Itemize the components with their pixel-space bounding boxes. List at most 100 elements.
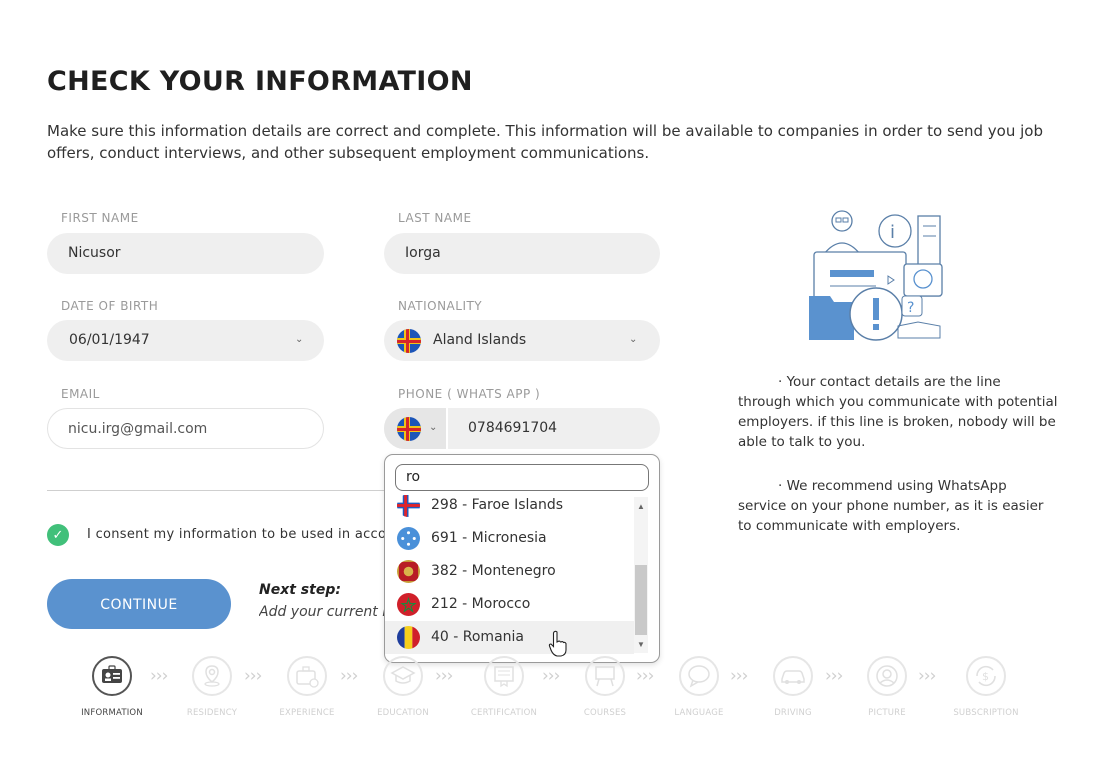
page-intro: Make sure this information details are c… xyxy=(47,122,1043,162)
step-subscription[interactable]: $ SUBSCRIPTION xyxy=(951,656,1021,718)
dob-label: DATE OF BIRTH xyxy=(61,299,159,313)
step-separator: ››› xyxy=(918,666,936,686)
scroll-up-icon[interactable]: ▲ xyxy=(637,502,645,511)
last-name-value: Iorga xyxy=(405,245,441,261)
whatsapp-note: · We recommend using WhatsApp service on… xyxy=(738,478,1044,534)
nationality-label: NATIONALITY xyxy=(398,299,483,313)
id-card-icon xyxy=(92,656,132,696)
country-option[interactable]: 382 - Montenegro xyxy=(385,555,634,588)
divider xyxy=(47,490,387,491)
email-label: EMAIL xyxy=(61,387,100,401)
step-separator: ››› xyxy=(636,666,654,686)
step-label: DRIVING xyxy=(774,708,812,718)
email-field[interactable]: nicu.irg@gmail.com xyxy=(47,408,324,449)
step-driving[interactable]: DRIVING xyxy=(758,656,828,718)
country-option-label: 212 - Morocco xyxy=(431,596,531,612)
phone-input[interactable]: 0784691704 xyxy=(468,420,557,436)
country-option[interactable]: 691 - Micronesia xyxy=(385,522,634,555)
country-option-label: 382 - Montenegro xyxy=(431,563,556,579)
easel-icon xyxy=(585,656,625,696)
country-list: 298 - Faroe Islands 691 - Micronesia 382… xyxy=(385,495,635,655)
step-label: PICTURE xyxy=(868,708,906,718)
contact-illustration: i ? xyxy=(809,210,943,341)
aland-flag-icon xyxy=(397,417,421,441)
step-residency[interactable]: RESIDENCY xyxy=(177,656,247,718)
first-name-value: Nicusor xyxy=(68,245,121,261)
country-option[interactable]: 40 - Romania xyxy=(385,621,634,654)
last-name-field[interactable]: Iorga xyxy=(384,233,660,274)
country-option-label: 691 - Micronesia xyxy=(431,530,547,546)
next-step-text: Add your current residency xyxy=(259,604,385,620)
briefcase-icon xyxy=(287,656,327,696)
subscription-icon: $ xyxy=(966,656,1006,696)
scroll-down-icon[interactable]: ▼ xyxy=(637,640,645,649)
portrait-icon xyxy=(867,656,907,696)
faroe-flag-icon xyxy=(397,495,420,517)
dropdown-scroll-thumb[interactable] xyxy=(635,565,647,635)
aland-flag-icon xyxy=(397,329,421,353)
svg-text:i: i xyxy=(890,222,895,243)
step-label: CERTIFICATION xyxy=(470,708,538,718)
chevron-down-icon: ⌄ xyxy=(629,334,638,345)
phone-label: PHONE ( WHATS APP ) xyxy=(398,387,541,401)
country-option[interactable]: 298 - Faroe Islands xyxy=(385,495,634,522)
first-name-label: FIRST NAME xyxy=(61,211,139,225)
country-option[interactable]: 212 - Morocco xyxy=(385,588,634,621)
consent-checkbox[interactable]: ✓ xyxy=(47,524,69,546)
svg-text:$: $ xyxy=(982,670,989,683)
step-label: RESIDENCY xyxy=(186,708,238,718)
step-language[interactable]: LANGUAGE xyxy=(664,656,734,718)
step-label: INFORMATION xyxy=(81,708,143,718)
step-label: COURSES xyxy=(583,708,627,718)
step-courses[interactable]: COURSES xyxy=(570,656,640,718)
romania-flag-icon xyxy=(397,626,420,649)
certificate-icon xyxy=(484,656,524,696)
step-information[interactable]: INFORMATION xyxy=(77,656,147,718)
step-separator: ››› xyxy=(825,666,843,686)
step-certification[interactable]: CERTIFICATION xyxy=(469,656,539,718)
next-step-title: Next step: xyxy=(259,582,341,598)
location-pin-icon xyxy=(192,656,232,696)
step-separator: ››› xyxy=(150,666,168,686)
email-value: nicu.irg@gmail.com xyxy=(68,421,208,437)
step-label: EXPERIENCE xyxy=(279,708,335,718)
nationality-value: Aland Islands xyxy=(433,332,527,348)
dob-select[interactable]: 06/01/1947 ⌄ xyxy=(47,320,324,361)
dob-value: 06/01/1947 xyxy=(69,332,150,348)
car-icon xyxy=(773,656,813,696)
nationality-select[interactable]: Aland Islands ⌄ xyxy=(384,320,660,361)
step-separator: ››› xyxy=(340,666,358,686)
first-name-field[interactable]: Nicusor xyxy=(47,233,324,274)
contact-note: · Your contact details are the line thro… xyxy=(738,374,1058,450)
micronesia-flag-icon xyxy=(397,527,420,550)
morocco-flag-icon xyxy=(397,593,420,616)
step-separator: ››› xyxy=(542,666,560,686)
country-option-label: 40 - Romania xyxy=(431,629,524,645)
step-education[interactable]: EDUCATION xyxy=(368,656,438,718)
hand-cursor-icon xyxy=(548,630,567,657)
step-experience[interactable]: EXPERIENCE xyxy=(272,656,342,718)
country-code-dropdown: ro 298 - Faroe Islands 691 - Micronesia … xyxy=(384,454,660,663)
step-label: LANGUAGE xyxy=(674,708,724,718)
svg-text:?: ? xyxy=(907,300,914,316)
progress-steps: INFORMATION ››› RESIDENCY ››› EXPERIENCE… xyxy=(80,656,1040,726)
consent-label: I consent my information to be used in a… xyxy=(87,527,385,542)
phone-field: ⌄ 0784691704 xyxy=(384,408,660,449)
graduation-cap-icon xyxy=(383,656,423,696)
chevron-down-icon: ⌄ xyxy=(429,422,438,433)
page-title: CHECK YOUR INFORMATION xyxy=(47,66,473,97)
last-name-label: LAST NAME xyxy=(398,211,472,225)
country-search-input[interactable]: ro xyxy=(395,464,649,491)
continue-button[interactable]: CONTINUE xyxy=(47,579,231,629)
country-option-label: 298 - Faroe Islands xyxy=(431,497,564,513)
step-separator: ››› xyxy=(435,666,453,686)
step-label: SUBSCRIPTION xyxy=(953,708,1019,718)
chevron-down-icon: ⌄ xyxy=(295,334,304,345)
montenegro-flag-icon xyxy=(397,560,420,583)
step-label: EDUCATION xyxy=(377,708,429,718)
speech-bubble-icon xyxy=(679,656,719,696)
step-separator: ››› xyxy=(730,666,748,686)
country-code-select[interactable]: ⌄ xyxy=(384,408,446,449)
step-separator: ››› xyxy=(244,666,262,686)
step-picture[interactable]: PICTURE xyxy=(852,656,922,718)
